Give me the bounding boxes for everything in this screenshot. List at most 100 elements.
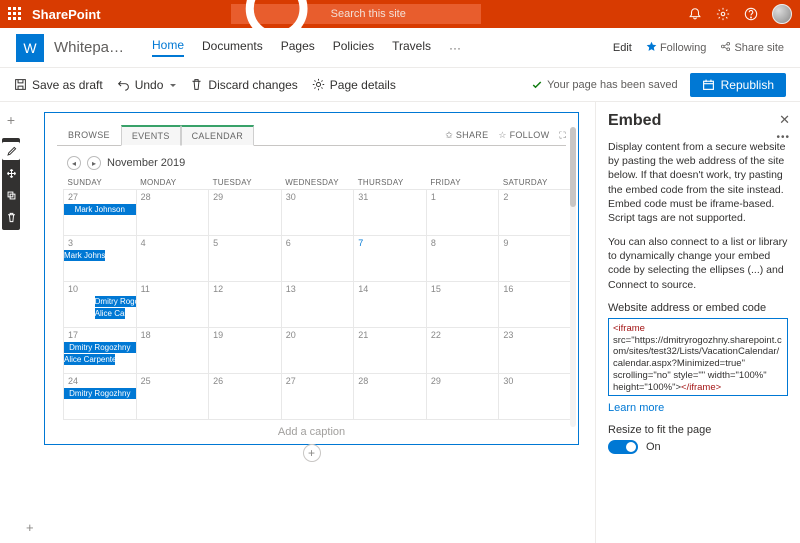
day-cell[interactable]: 7 xyxy=(354,236,427,282)
day-cell[interactable]: 29 xyxy=(209,190,282,236)
page-canvas: BROWSE EVENTS CALENDAR ✩ SHARE ☆ FOLLOW … xyxy=(22,102,595,543)
day-cell[interactable]: 12 xyxy=(209,282,282,328)
day-cell[interactable]: 28 xyxy=(136,190,209,236)
day-cell[interactable]: 3Mark Johnson xyxy=(64,236,137,282)
tab-events[interactable]: EVENTS xyxy=(121,125,181,146)
gear-icon xyxy=(312,78,325,91)
day-cell[interactable]: 15 xyxy=(426,282,499,328)
embed-webpart[interactable]: BROWSE EVENTS CALENDAR ✩ SHARE ☆ FOLLOW … xyxy=(44,112,579,445)
month-label: November 2019 xyxy=(107,157,185,169)
dow-header: THURSDAY xyxy=(354,176,427,190)
delete-webpart-button[interactable] xyxy=(2,208,20,226)
day-cell[interactable]: 30 xyxy=(499,374,572,420)
day-cell[interactable]: 31 xyxy=(354,190,427,236)
day-cell[interactable]: 17Dmitry RogozhnyAlice Carpenter xyxy=(64,328,137,374)
publish-icon xyxy=(702,78,715,91)
calendar-event[interactable]: Mark Johnson xyxy=(64,250,105,261)
duplicate-webpart-button[interactable] xyxy=(2,186,20,204)
app-launcher-icon[interactable] xyxy=(8,7,22,21)
nav-documents[interactable]: Documents xyxy=(202,39,263,56)
move-webpart-button[interactable] xyxy=(2,164,20,182)
site-logo[interactable]: W xyxy=(16,34,44,62)
day-cell[interactable]: 19 xyxy=(209,328,282,374)
day-cell[interactable]: 10Dmitry RogozhnyAlice Carpenter xyxy=(64,282,137,328)
day-cell[interactable]: 22 xyxy=(426,328,499,374)
tab-calendar[interactable]: CALENDAR xyxy=(181,125,254,146)
republish-button[interactable]: Republish xyxy=(690,73,786,97)
nav-home[interactable]: Home xyxy=(152,38,184,57)
day-cell[interactable]: 25 xyxy=(136,374,209,420)
nav-pages[interactable]: Pages xyxy=(281,39,315,56)
day-cell[interactable]: 18 xyxy=(136,328,209,374)
tab-browse[interactable]: BROWSE xyxy=(57,125,121,145)
user-avatar[interactable] xyxy=(772,4,792,24)
edit-nav-link[interactable]: Edit xyxy=(613,42,632,54)
page-details-button[interactable]: Page details xyxy=(312,78,396,92)
resize-toggle[interactable] xyxy=(608,440,638,454)
panel-title: Embed xyxy=(608,112,788,130)
embed-code-input[interactable]: <iframe src="https://dmitryrogozhny.shar… xyxy=(608,318,788,396)
day-cell[interactable]: 29 xyxy=(426,374,499,420)
next-month-button[interactable]: ▸ xyxy=(87,156,101,170)
discard-button[interactable]: Discard changes xyxy=(190,78,297,92)
prev-month-button[interactable]: ◂ xyxy=(67,156,81,170)
day-cell[interactable]: 21 xyxy=(354,328,427,374)
day-cell[interactable]: 30 xyxy=(281,190,354,236)
nav-more[interactable]: ··· xyxy=(449,41,461,55)
share-site-link[interactable]: Share site xyxy=(720,41,784,54)
settings-icon[interactable] xyxy=(716,7,730,21)
day-cell[interactable]: 20 xyxy=(281,328,354,374)
calendar-event[interactable]: Dmitry Rogozhny xyxy=(64,388,136,399)
add-section-bottom[interactable]: + xyxy=(26,520,34,535)
check-icon xyxy=(531,79,543,91)
save-draft-button[interactable]: Save as draft xyxy=(14,78,103,92)
day-cell[interactable]: 6 xyxy=(281,236,354,282)
edit-webpart-button[interactable] xyxy=(2,142,20,160)
calendar-event[interactable]: Alice Carpenter xyxy=(95,308,126,319)
day-cell[interactable]: 8 xyxy=(426,236,499,282)
panel-desc-1: Display content from a secure website by… xyxy=(608,140,788,225)
calendar-event[interactable]: Dmitry Rogozhny xyxy=(95,296,136,307)
calendar-event[interactable]: Dmitry Rogozhny xyxy=(64,342,136,353)
notifications-icon[interactable] xyxy=(688,7,702,21)
nav-policies[interactable]: Policies xyxy=(333,39,374,56)
following-link[interactable]: Following xyxy=(646,41,707,54)
day-cell[interactable]: 16 xyxy=(499,282,572,328)
panel-more-button[interactable]: ••• xyxy=(776,132,790,143)
day-cell[interactable]: 14 xyxy=(354,282,427,328)
suite-bar: SharePoint xyxy=(0,0,800,28)
nav-travels[interactable]: Travels xyxy=(392,39,431,56)
calendar-follow[interactable]: ☆ FOLLOW xyxy=(498,130,549,141)
learn-more-link[interactable]: Learn more xyxy=(608,402,664,414)
dow-header: WEDNESDAY xyxy=(281,176,354,190)
day-cell[interactable]: 28 xyxy=(354,374,427,420)
day-cell[interactable]: 5 xyxy=(209,236,282,282)
day-cell[interactable]: 2 xyxy=(499,190,572,236)
day-cell[interactable]: 4 xyxy=(136,236,209,282)
add-section-button[interactable]: + xyxy=(7,112,15,128)
day-cell[interactable]: 1 xyxy=(426,190,499,236)
day-cell[interactable]: 27Mark Johnson xyxy=(64,190,137,236)
help-icon[interactable] xyxy=(744,7,758,21)
day-cell[interactable]: 11 xyxy=(136,282,209,328)
calendar-share[interactable]: ✩ SHARE xyxy=(445,130,488,141)
day-cell[interactable]: 13 xyxy=(281,282,354,328)
add-webpart-button[interactable]: + xyxy=(303,444,321,462)
dow-header: SUNDAY xyxy=(64,176,137,190)
share-icon xyxy=(720,41,731,52)
calendar-event[interactable]: Alice Carpenter xyxy=(64,354,115,365)
day-cell[interactable]: 9 xyxy=(499,236,572,282)
day-cell[interactable]: 24Dmitry Rogozhny xyxy=(64,374,137,420)
day-cell[interactable]: 27 xyxy=(281,374,354,420)
site-title[interactable]: Whitepape... xyxy=(54,39,132,56)
search-box[interactable] xyxy=(231,4,481,24)
undo-button[interactable]: Undo xyxy=(117,78,177,92)
day-cell[interactable]: 26 xyxy=(209,374,282,420)
day-cell[interactable]: 23 xyxy=(499,328,572,374)
close-panel-button[interactable]: ✕ xyxy=(779,112,790,128)
calendar-event[interactable]: Mark Johnson xyxy=(64,204,136,215)
focus-icon[interactable]: ⛶ xyxy=(559,130,566,141)
caption-input[interactable]: Add a caption xyxy=(57,420,566,440)
calendar-grid: SUNDAY MONDAY TUESDAY WEDNESDAY THURSDAY… xyxy=(63,176,572,420)
search-input[interactable] xyxy=(331,8,473,20)
